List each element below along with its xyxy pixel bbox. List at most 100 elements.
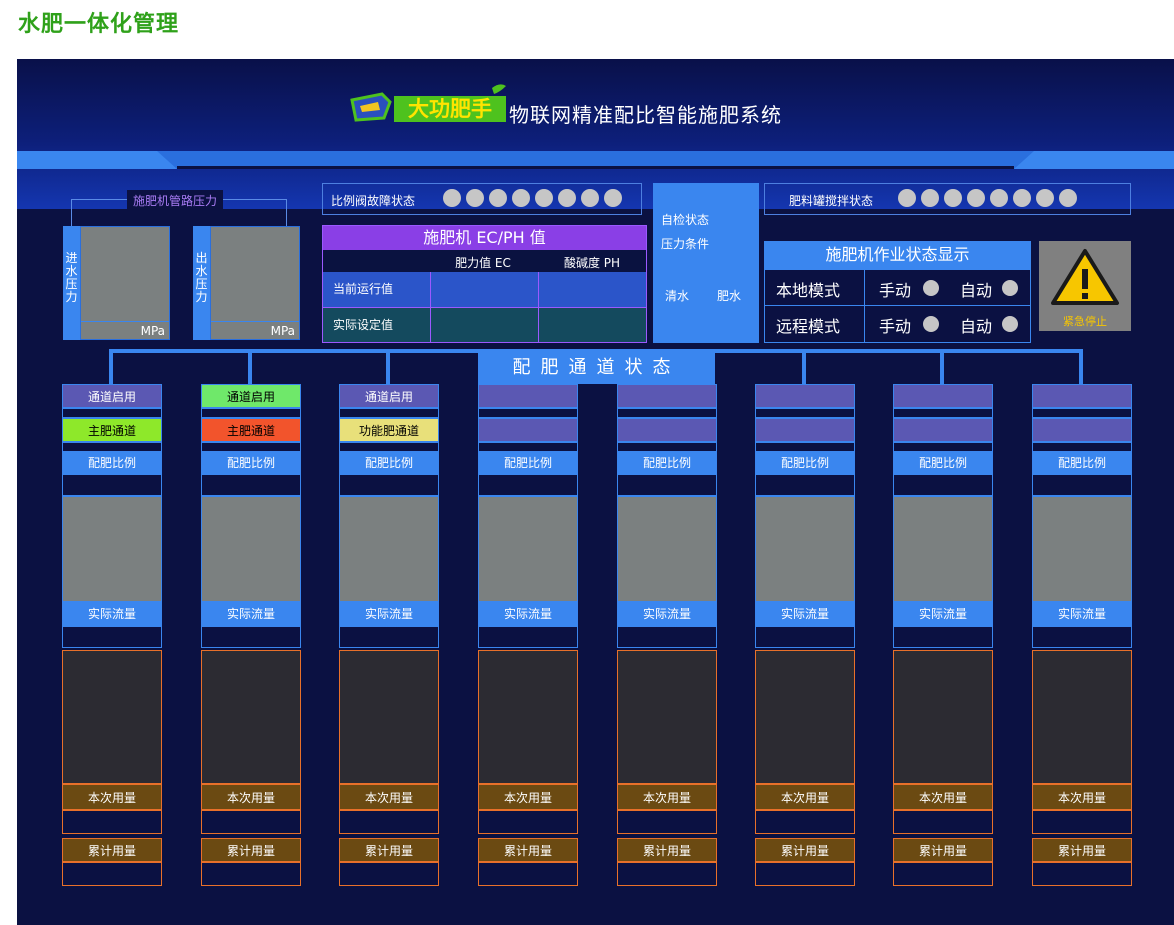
channel-spacer xyxy=(339,408,439,418)
channel-current-use-value xyxy=(617,810,717,834)
status-indicator-dot xyxy=(898,189,916,207)
outlet-pressure-unit: MPa xyxy=(211,321,299,339)
channel-bus-drop xyxy=(802,349,806,385)
status-indicator-dot xyxy=(921,189,939,207)
work-state-title: 施肥机作业状态显示 xyxy=(764,241,1031,269)
channel-total-use-value xyxy=(339,862,439,886)
channel-flow-label: 实际流量 xyxy=(62,602,162,626)
channel-usage-gauge xyxy=(755,650,855,784)
channel-enable-button[interactable]: 通道启用 xyxy=(62,384,162,408)
channel-spacer xyxy=(617,408,717,418)
channel-current-use-value xyxy=(893,810,993,834)
outlet-pressure-gauge: MPa xyxy=(210,226,300,340)
channel-ratio-label: 配肥比例 xyxy=(478,452,578,474)
status-indicator-dot xyxy=(967,189,985,207)
warning-icon xyxy=(1051,249,1119,305)
channel-ratio-gauge xyxy=(478,496,578,602)
channel-total-use-label: 累计用量 xyxy=(755,838,855,862)
brand-logo: 大功肥手 xyxy=(350,82,510,126)
channel-total-use-label: 累计用量 xyxy=(617,838,717,862)
channel-type-label: 主肥通道 xyxy=(62,418,162,442)
channel-current-use-label: 本次用量 xyxy=(893,784,993,810)
channel-ratio-label: 配肥比例 xyxy=(201,452,301,474)
channel-column: 通道启用 功能肥通道 配肥比例 实际流量 本次用量 累计用量 xyxy=(339,384,439,889)
channel-current-use-label: 本次用量 xyxy=(201,784,301,810)
channel-total-use-label: 累计用量 xyxy=(62,838,162,862)
remote-mode-label: 远程模式 xyxy=(776,317,841,336)
work-state-panel: 施肥机作业状态显示 本地模式 手动 自动 远程模式 手动 自动 xyxy=(764,241,1031,343)
channel-column: 配肥比例 实际流量 本次用量 累计用量 xyxy=(893,384,993,889)
inlet-pressure-tag: 进水压力 xyxy=(63,226,80,340)
channel-ratio-label: 配肥比例 xyxy=(755,452,855,474)
status-indicator-dot xyxy=(581,189,599,207)
channel-total-use-label: 累计用量 xyxy=(478,838,578,862)
channel-enable-button[interactable] xyxy=(478,384,578,408)
channel-usage-gauge xyxy=(339,650,439,784)
remote-auto-label: 自动 xyxy=(960,317,993,336)
channel-spacer xyxy=(893,442,993,452)
emergency-stop-button[interactable]: 紧急停止 xyxy=(1039,241,1131,331)
local-auto-indicator[interactable] xyxy=(1002,280,1018,296)
channel-enable-button[interactable] xyxy=(893,384,993,408)
channel-ratio-value xyxy=(62,474,162,496)
current-value-label: 当前运行值 xyxy=(323,272,431,307)
channel-flow-label: 实际流量 xyxy=(339,602,439,626)
emergency-stop-label: 紧急停止 xyxy=(1063,315,1107,328)
channel-ratio-value xyxy=(893,474,993,496)
channel-column: 配肥比例 实际流量 本次用量 累计用量 xyxy=(617,384,717,889)
inlet-pressure-unit: MPa xyxy=(81,321,169,339)
fertilizer-water-label: 肥水 xyxy=(717,289,742,303)
channel-enable-button[interactable] xyxy=(755,384,855,408)
channel-current-use-value xyxy=(755,810,855,834)
channel-ratio-gauge xyxy=(893,496,993,602)
channel-enable-button[interactable]: 通道启用 xyxy=(339,384,439,408)
channel-flow-value xyxy=(478,626,578,648)
channel-enable-button[interactable] xyxy=(1032,384,1132,408)
dashboard-panel: 大功肥手 物联网精准配比智能施肥系统 施肥机管路压力 进水压力 MPa 出水压力… xyxy=(17,59,1174,925)
channel-type-label xyxy=(893,418,993,442)
channel-spacer xyxy=(62,408,162,418)
channel-spacer xyxy=(62,442,162,452)
channel-ratio-label: 配肥比例 xyxy=(893,452,993,474)
remote-manual-label: 手动 xyxy=(879,317,912,336)
status-indicator-dot xyxy=(604,189,622,207)
channel-ratio-gauge xyxy=(1032,496,1132,602)
current-ec-value xyxy=(431,272,539,307)
ecph-title: 施肥机 EC/PH 值 xyxy=(323,226,646,250)
logo-text: 大功肥手 xyxy=(408,97,492,121)
local-mode-label: 本地模式 xyxy=(776,281,841,300)
outlet-pressure-label: 出水压力 xyxy=(195,251,208,304)
channel-total-use-label: 累计用量 xyxy=(893,838,993,862)
channel-enable-button[interactable]: 通道启用 xyxy=(201,384,301,408)
local-auto-label: 自动 xyxy=(960,281,993,300)
channel-total-use-value xyxy=(62,862,162,886)
remote-auto-indicator[interactable] xyxy=(1002,316,1018,332)
channel-current-use-label: 本次用量 xyxy=(1032,784,1132,810)
channel-total-use-value xyxy=(478,862,578,886)
channel-column: 通道启用 主肥通道 配肥比例 实际流量 本次用量 累计用量 xyxy=(62,384,162,889)
channel-spacer xyxy=(755,408,855,418)
channel-flow-label: 实际流量 xyxy=(755,602,855,626)
local-manual-indicator[interactable] xyxy=(923,280,939,296)
channel-spacer xyxy=(478,442,578,452)
channel-type-label xyxy=(478,418,578,442)
channel-spacer xyxy=(617,442,717,452)
self-check-title: 自检状态 xyxy=(661,213,710,227)
clear-water-label: 清水 xyxy=(665,289,690,303)
channel-bus-drop xyxy=(386,349,390,385)
remote-manual-indicator[interactable] xyxy=(923,316,939,332)
channel-current-use-label: 本次用量 xyxy=(62,784,162,810)
channel-total-use-value xyxy=(1032,862,1132,886)
status-indicator-dot xyxy=(558,189,576,207)
page-title: 水肥一体化管理 xyxy=(18,12,180,37)
channel-ratio-gauge xyxy=(201,496,301,602)
channel-usage-gauge xyxy=(62,650,162,784)
self-check-panel: 自检状态 压力条件 清水 肥水 xyxy=(653,183,759,343)
channel-current-use-label: 本次用量 xyxy=(755,784,855,810)
status-indicator-dot xyxy=(512,189,530,207)
channel-usage-gauge xyxy=(478,650,578,784)
status-indicator-dot xyxy=(535,189,553,207)
setpoint-ec-value xyxy=(431,307,539,342)
tank-agitation-indicators xyxy=(893,189,1077,207)
channel-enable-button[interactable] xyxy=(617,384,717,408)
